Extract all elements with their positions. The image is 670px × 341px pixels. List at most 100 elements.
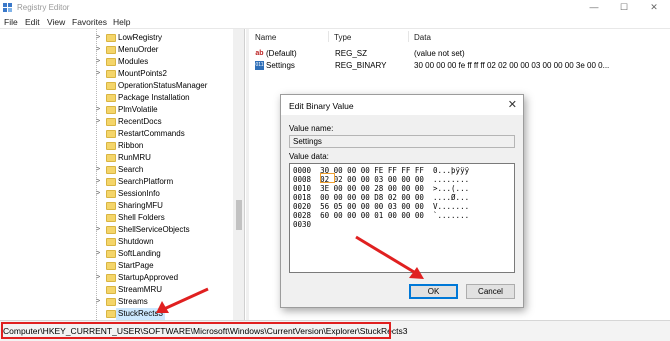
menu-help[interactable]: Help [113, 17, 130, 27]
menu-edit[interactable]: Edit [25, 17, 40, 27]
tree-item-label: RunMRU [118, 153, 151, 162]
folder-icon [106, 166, 116, 174]
value-type: REG_SZ [335, 49, 368, 58]
folder-icon [106, 154, 116, 162]
list-item[interactable]: 011 Settings REG_BINARY 30 00 00 00 fe f… [250, 60, 670, 71]
tree-item[interactable]: > LowRegistry [0, 32, 235, 44]
expand-chevron-icon[interactable]: > [96, 272, 104, 284]
folder-icon [106, 118, 116, 126]
tree-item[interactable]: Shutdown [0, 236, 235, 248]
registry-editor-icon [3, 3, 12, 12]
menu-view[interactable]: View [47, 17, 65, 27]
tree-item[interactable]: > SoftLanding [0, 248, 235, 260]
tree-item-label: SharingMFU [118, 201, 163, 210]
tree-item[interactable]: > RecentDocs [0, 116, 235, 128]
binary-value-icon: 011 [255, 61, 264, 70]
tree-item[interactable]: RunMRU [0, 152, 235, 164]
list-item[interactable]: ab (Default) REG_SZ (value not set) [250, 48, 670, 59]
tree-item-label: SoftLanding [118, 249, 161, 258]
value-name: (Default) [266, 49, 297, 58]
folder-icon [106, 34, 116, 42]
tree-item-label: Search [118, 165, 144, 174]
hex-row: 0018 00 00 00 00 D8 02 00 00 ....Ø... [293, 193, 470, 202]
tree-item[interactable]: > MenuOrder [0, 44, 235, 56]
tree-item-label: OperationStatusManager [118, 81, 208, 90]
tree-item[interactable]: > Search [0, 164, 235, 176]
value-name-label: Value name: [289, 124, 334, 133]
column-header-type[interactable]: Type [334, 33, 351, 42]
tree-item[interactable]: > ShellServiceObjects [0, 224, 235, 236]
column-separator[interactable] [328, 31, 329, 42]
folder-icon [106, 142, 116, 150]
tree-item[interactable]: > SearchPlatform [0, 176, 235, 188]
minimize-button[interactable]: — [583, 1, 605, 14]
ok-button[interactable]: OK [409, 284, 458, 299]
column-separator[interactable] [408, 31, 409, 42]
column-header-name[interactable]: Name [255, 33, 276, 42]
tree-item-label: SessionInfo [118, 189, 160, 198]
expand-chevron-icon[interactable]: > [96, 164, 104, 176]
expand-chevron-icon[interactable]: > [96, 56, 104, 68]
cancel-button[interactable]: Cancel [466, 284, 515, 299]
hex-row: 0030 [293, 220, 312, 229]
column-header-data[interactable]: Data [414, 33, 431, 42]
tree-item[interactable]: > SessionInfo [0, 188, 235, 200]
folder-icon [106, 226, 116, 234]
close-button[interactable]: ✕ [643, 1, 665, 14]
hex-row: 0010 3E 00 00 00 28 00 00 00 >...(... [293, 184, 470, 193]
expand-chevron-icon[interactable]: > [96, 224, 104, 236]
tree-item-label: LowRegistry [118, 33, 163, 42]
folder-icon [106, 130, 116, 138]
maximize-button[interactable]: ☐ [613, 1, 635, 14]
tree-item[interactable]: StartPage [0, 260, 235, 272]
tree-item-label: StartupApproved [118, 273, 179, 282]
expand-chevron-icon[interactable]: > [96, 44, 104, 56]
menu-favorites[interactable]: Favorites [72, 17, 107, 27]
tree-item-label: Shutdown [118, 237, 154, 246]
tree-item[interactable]: > StartupApproved [0, 272, 235, 284]
expand-chevron-icon[interactable]: > [96, 68, 104, 80]
folder-icon [106, 262, 116, 270]
tree-scrollbar[interactable] [233, 29, 244, 320]
expand-chevron-icon[interactable]: > [96, 248, 104, 260]
tree-scrollbar-thumb[interactable] [236, 200, 242, 230]
dialog-close-icon[interactable]: ✕ [508, 98, 517, 111]
tree-item[interactable]: OperationStatusManager [0, 80, 235, 92]
tree-item-label: RecentDocs [118, 117, 162, 126]
expand-chevron-icon[interactable]: > [96, 188, 104, 200]
tree-item[interactable]: SharingMFU [0, 200, 235, 212]
hex-row: 0028 60 00 00 00 01 00 00 00 `....... [293, 211, 470, 220]
dialog-title-bar[interactable]: Edit Binary Value ✕ [281, 95, 523, 115]
tree-item[interactable]: Shell Folders [0, 212, 235, 224]
value-data-label: Value data: [289, 152, 329, 161]
tree-item[interactable]: Ribbon [0, 140, 235, 152]
tree-item-label: StartPage [118, 261, 154, 270]
pane-splitter[interactable] [246, 29, 249, 320]
expand-chevron-icon[interactable]: > [96, 176, 104, 188]
folder-icon [106, 94, 116, 102]
tree-item-label: Streams [118, 297, 148, 306]
expand-chevron-icon[interactable]: > [96, 104, 104, 116]
folder-icon [106, 286, 116, 294]
expand-chevron-icon[interactable]: > [96, 296, 104, 308]
tree-item[interactable]: > PlmVolatile [0, 104, 235, 116]
hex-row: 0020 56 05 00 00 00 03 00 00 V....... [293, 202, 470, 211]
title-bar: Registry Editor — ☐ ✕ [0, 0, 670, 16]
tree-item-label: MountPoints2 [118, 69, 167, 78]
value-data: (value not set) [414, 49, 465, 58]
folder-icon [106, 214, 116, 222]
menu-file[interactable]: File [4, 17, 18, 27]
tree-item[interactable]: > MountPoints2 [0, 68, 235, 80]
tree-item[interactable]: Package Installation [0, 92, 235, 104]
value-data: 30 00 00 00 fe ff ff ff 02 02 00 00 03 0… [414, 61, 610, 70]
tree-item[interactable]: > Modules [0, 56, 235, 68]
folder-icon [106, 106, 116, 114]
expand-chevron-icon[interactable]: > [96, 32, 104, 44]
folder-icon [106, 298, 116, 306]
folder-icon [106, 238, 116, 246]
tree-item-label: ShellServiceObjects [118, 225, 190, 234]
expand-chevron-icon[interactable]: > [96, 116, 104, 128]
tree-item[interactable]: RestartCommands [0, 128, 235, 140]
folder-icon [106, 70, 116, 78]
registry-key-tree[interactable]: > LowRegistry > MenuOrder > Modules > MountPoin… [0, 29, 245, 320]
